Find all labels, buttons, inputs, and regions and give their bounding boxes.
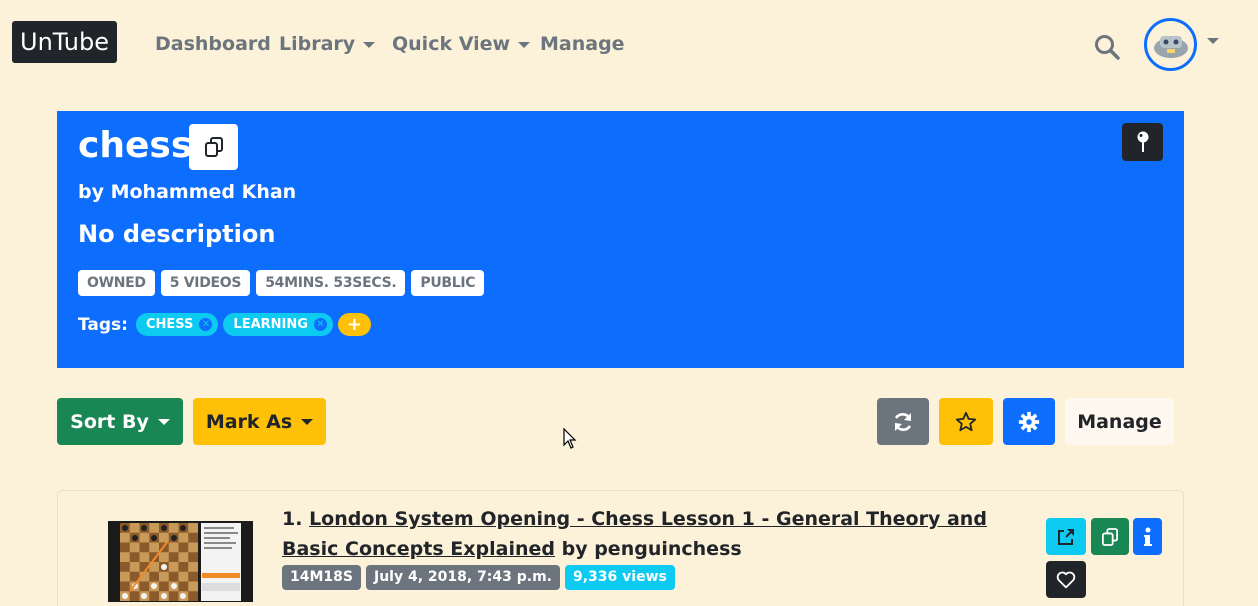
pin-button[interactable] bbox=[1122, 123, 1163, 161]
video-channel: by penguinchess bbox=[561, 538, 742, 560]
tag-label: CHESS bbox=[145, 317, 194, 332]
video-date-badge: July 4, 2018, 7:43 p.m. bbox=[365, 565, 560, 590]
video-title: 1. London System Opening - Chess Lesson … bbox=[282, 504, 1002, 564]
favorite-button[interactable] bbox=[939, 398, 993, 445]
nav-library[interactable]: Library bbox=[279, 31, 376, 57]
mouse-cursor-icon bbox=[563, 427, 577, 454]
chevron-down-icon bbox=[518, 41, 531, 48]
brand-logo[interactable]: UnTube bbox=[12, 21, 118, 63]
copy-button[interactable] bbox=[189, 124, 238, 170]
sort-by-label: Sort By bbox=[70, 410, 149, 433]
settings-button[interactable] bbox=[1003, 398, 1055, 445]
manage-button[interactable]: Manage bbox=[1065, 398, 1174, 445]
copy-video-link-button[interactable] bbox=[1091, 518, 1129, 555]
refresh-button[interactable] bbox=[877, 398, 929, 445]
sort-by-button[interactable]: Sort By bbox=[57, 398, 183, 445]
info-icon bbox=[1143, 527, 1152, 546]
external-link-icon bbox=[1058, 528, 1074, 545]
open-video-button[interactable] bbox=[1046, 518, 1086, 555]
chevron-down-icon bbox=[301, 418, 314, 425]
playlist-description: No description bbox=[78, 220, 276, 248]
nav-quick-view-label: Quick View bbox=[392, 33, 511, 55]
video-index: 1. bbox=[282, 508, 303, 530]
mark-as-label: Mark As bbox=[205, 410, 293, 433]
refresh-icon bbox=[894, 412, 912, 431]
user-avatar[interactable] bbox=[1144, 18, 1197, 71]
search-icon[interactable] bbox=[1094, 34, 1120, 60]
copy-icon bbox=[1102, 527, 1118, 546]
mark-as-button[interactable]: Mark As bbox=[193, 398, 326, 445]
nav-library-label: Library bbox=[279, 33, 356, 55]
close-icon[interactable]: ✕ bbox=[313, 318, 327, 331]
badge-privacy: PUBLIC bbox=[411, 270, 485, 296]
video-duration-badge: 14M18S bbox=[282, 565, 361, 590]
close-icon[interactable]: ✕ bbox=[199, 318, 213, 331]
navbar: UnTube Dashboard Library Quick View Mana… bbox=[0, 0, 1258, 88]
tags-row: Tags: CHESS ✕ LEARNING ✕ + bbox=[78, 313, 371, 336]
chevron-down-icon bbox=[157, 418, 170, 425]
video-list-item[interactable]: 1. London System Opening - Chess Lesson … bbox=[57, 490, 1184, 606]
copy-icon bbox=[204, 137, 223, 157]
tags-label: Tags: bbox=[78, 314, 128, 335]
playlist-badges: OWNED 5 VIDEOS 54MINS. 53SECS. PUBLIC bbox=[78, 270, 485, 296]
video-views-badge: 9,336 views bbox=[565, 565, 675, 590]
badge-owned: OWNED bbox=[78, 270, 155, 296]
chevron-down-icon bbox=[363, 41, 376, 48]
nav-dashboard[interactable]: Dashboard bbox=[155, 31, 271, 57]
playlist-header: chess by Mohammed Khan No description OW… bbox=[57, 111, 1184, 368]
gear-icon bbox=[1018, 411, 1040, 432]
badge-video-count: 5 VIDEOS bbox=[160, 270, 251, 296]
video-badges: 14M18S July 4, 2018, 7:43 p.m. 9,336 vie… bbox=[282, 565, 675, 590]
video-info-button[interactable] bbox=[1133, 518, 1162, 555]
tag-label: LEARNING bbox=[233, 317, 308, 332]
add-tag-button[interactable]: + bbox=[337, 313, 371, 336]
badge-duration: 54MINS. 53SECS. bbox=[256, 270, 406, 296]
favorite-video-button[interactable] bbox=[1046, 561, 1086, 598]
tag-chip[interactable]: CHESS ✕ bbox=[135, 313, 219, 336]
playlist-title: chess bbox=[78, 125, 193, 166]
star-icon bbox=[955, 411, 977, 431]
video-thumbnail[interactable] bbox=[108, 521, 253, 602]
tag-chip[interactable]: LEARNING ✕ bbox=[223, 313, 333, 336]
avatar-image bbox=[1153, 35, 1188, 58]
playlist-owner: by Mohammed Khan bbox=[78, 181, 297, 203]
nav-manage[interactable]: Manage bbox=[540, 31, 625, 57]
pin-icon bbox=[1137, 131, 1148, 152]
nav-quick-view[interactable]: Quick View bbox=[392, 31, 531, 57]
heart-icon bbox=[1056, 571, 1076, 588]
chevron-down-icon[interactable] bbox=[1207, 38, 1219, 44]
